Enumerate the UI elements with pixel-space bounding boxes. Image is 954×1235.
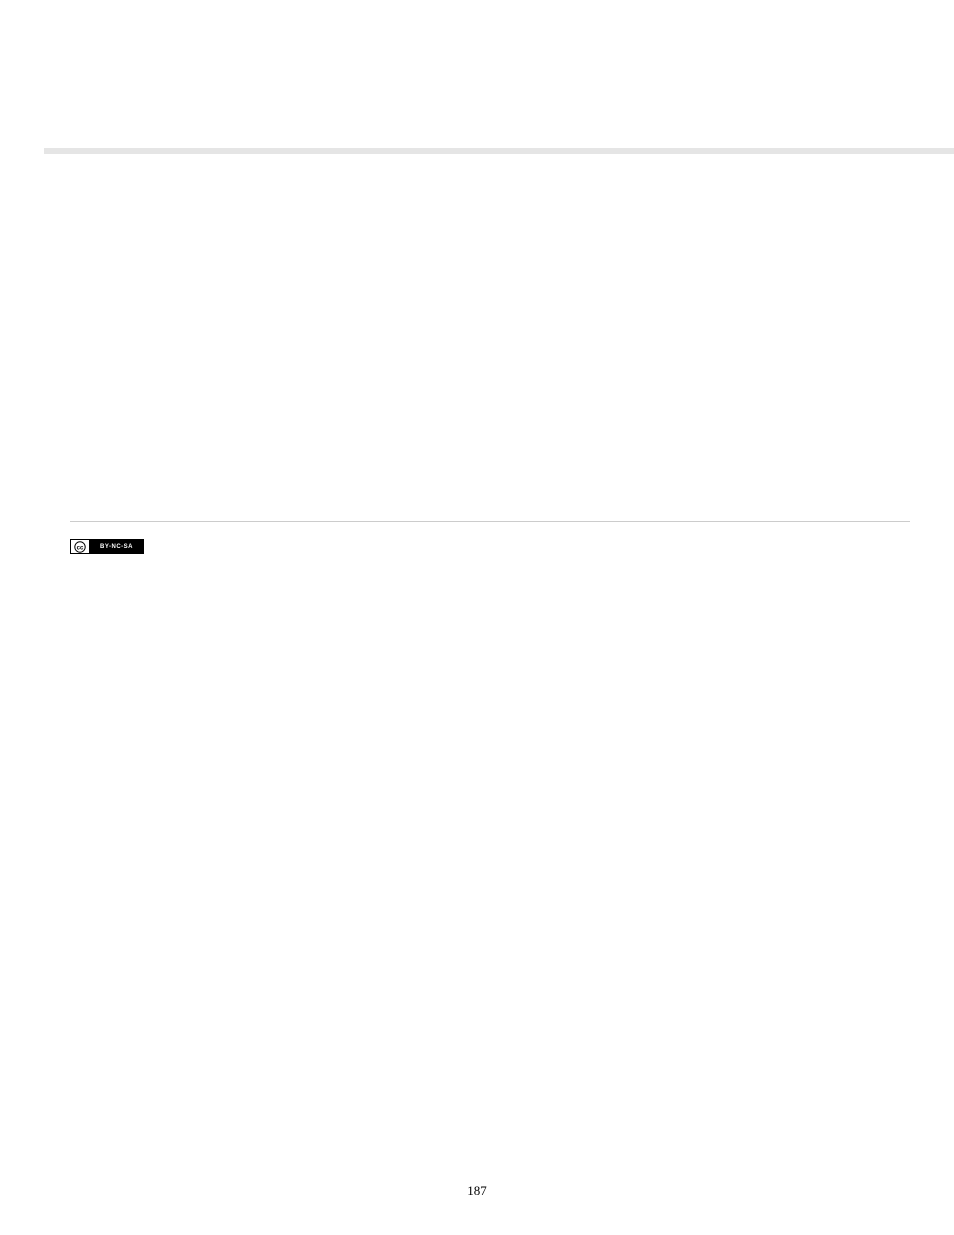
cc-terms-label: BY-NC-SA <box>90 540 143 553</box>
cc-logo-icon: cc <box>71 540 90 553</box>
document-page: cc BY-NC-SA 187 <box>0 0 954 1235</box>
header-rule <box>44 148 954 154</box>
cc-license-badge: cc BY-NC-SA <box>70 539 144 554</box>
page-number: 187 <box>0 1183 954 1199</box>
svg-text:cc: cc <box>77 545 84 551</box>
section-divider <box>70 521 910 522</box>
